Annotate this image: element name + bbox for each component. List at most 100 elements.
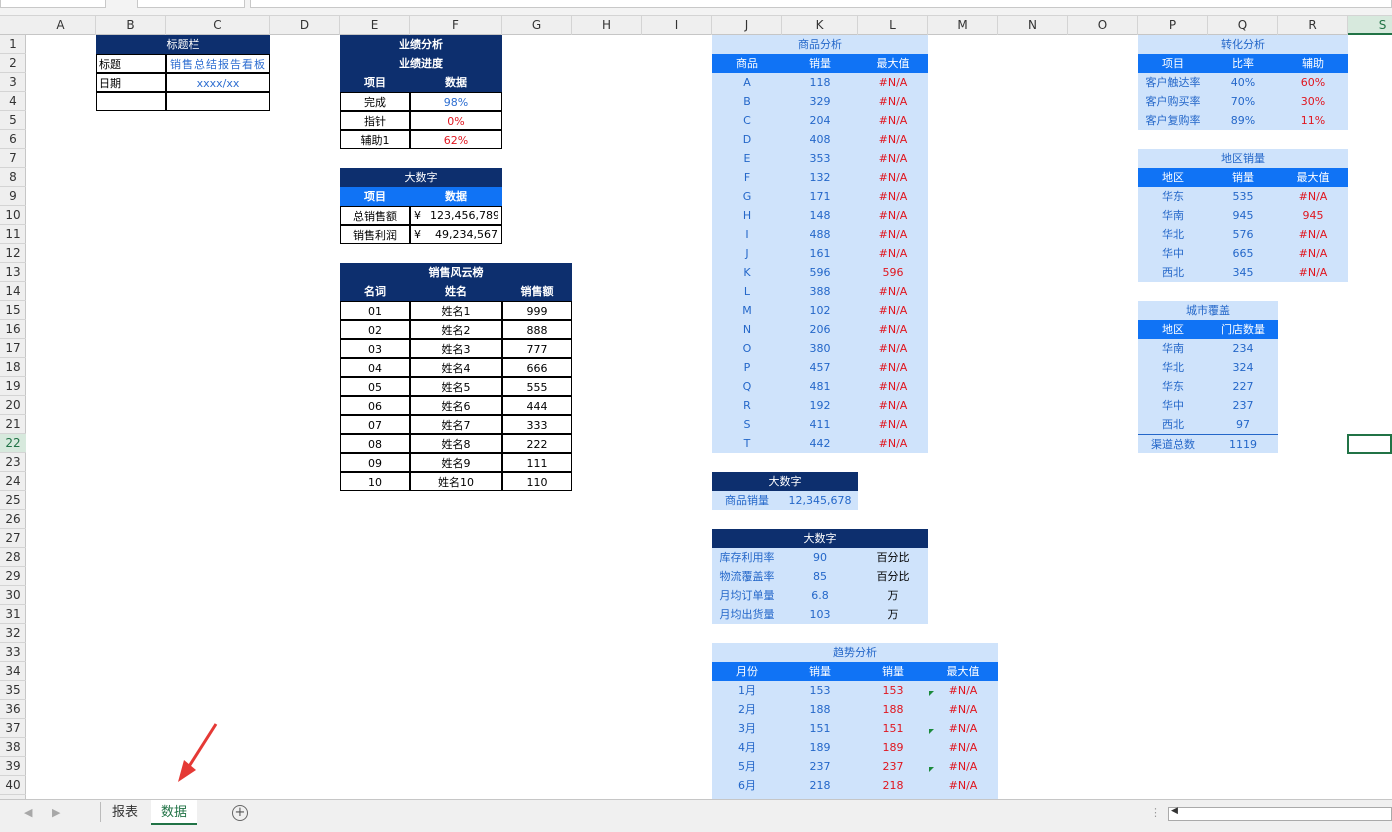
product-sales[interactable]: 380 (782, 339, 858, 358)
trend-max[interactable]: #N/A (928, 700, 998, 719)
column-header[interactable]: L (858, 16, 928, 35)
bignum3-value[interactable]: 6.8 (782, 586, 858, 605)
product-name[interactable]: B (712, 92, 782, 111)
product-max[interactable]: #N/A (858, 206, 928, 225)
convert-item[interactable]: 客户购买率 (1138, 92, 1208, 111)
city-stores[interactable]: 227 (1208, 377, 1278, 396)
bignum3-label[interactable]: 物流覆盖率 (712, 567, 782, 586)
product-max[interactable]: #N/A (858, 434, 928, 453)
product-max[interactable]: #N/A (858, 320, 928, 339)
region-name[interactable]: 华北 (1138, 225, 1208, 244)
row-header[interactable]: 34 (0, 662, 26, 681)
column-header[interactable]: B (96, 16, 166, 35)
perf-row-value[interactable]: 0% (410, 111, 502, 130)
convert-header[interactable]: 项目 (1138, 54, 1208, 73)
rank-no[interactable]: 10 (340, 472, 410, 491)
formula-input[interactable] (250, 0, 1392, 8)
rank-header[interactable]: 姓名 (410, 282, 502, 301)
product-name[interactable]: K (712, 263, 782, 282)
bignum1-header[interactable]: 项目 (340, 187, 410, 206)
rank-no[interactable]: 04 (340, 358, 410, 377)
product-max[interactable]: #N/A (858, 244, 928, 263)
city-header[interactable]: 地区 (1138, 320, 1208, 339)
column-header[interactable]: J (712, 16, 782, 35)
column-header[interactable]: H (572, 16, 642, 35)
column-header[interactable]: Q (1208, 16, 1278, 35)
trend-month[interactable]: 3月 (712, 719, 782, 738)
column-header[interactable]: K (782, 16, 858, 35)
product-name[interactable]: R (712, 396, 782, 415)
product-header[interactable]: 最大值 (858, 54, 928, 73)
product-max[interactable]: #N/A (858, 415, 928, 434)
convert-rate[interactable]: 89% (1208, 111, 1278, 130)
trend-header[interactable]: 销量 (782, 662, 858, 681)
row-header[interactable]: 37 (0, 719, 26, 738)
title-value[interactable]: 销售总结报告看板 (166, 54, 270, 73)
column-header[interactable]: P (1138, 16, 1208, 35)
column-header[interactable]: O (1068, 16, 1138, 35)
error-indicator-icon[interactable] (929, 691, 934, 696)
bignum3-label[interactable]: 月均订单量 (712, 586, 782, 605)
name-box[interactable] (0, 0, 106, 8)
product-max[interactable]: #N/A (858, 339, 928, 358)
city-total-value[interactable]: 1119 (1208, 434, 1278, 453)
region-title[interactable]: 地区销量 (1138, 149, 1348, 168)
city-stores[interactable]: 237 (1208, 396, 1278, 415)
trend-sales[interactable]: 189 (782, 738, 858, 757)
region-sales[interactable]: 345 (1208, 263, 1278, 282)
rank-name[interactable]: 姓名9 (410, 453, 502, 472)
region-name[interactable]: 西北 (1138, 263, 1208, 282)
row-header[interactable]: 16 (0, 320, 26, 339)
rank-sales[interactable]: 222 (502, 434, 572, 453)
rank-sales[interactable]: 110 (502, 472, 572, 491)
rank-name[interactable]: 姓名4 (410, 358, 502, 377)
row-header[interactable]: 40 (0, 776, 26, 795)
bignum1-label[interactable]: 总销售额 (340, 206, 410, 225)
perf-row-value[interactable]: 62% (410, 130, 502, 149)
column-header[interactable]: F (410, 16, 502, 35)
product-sales[interactable]: 204 (782, 111, 858, 130)
bignum1-value[interactable]: 49,234,567 (430, 225, 498, 244)
bignum1-label[interactable]: 销售利润 (340, 225, 410, 244)
trend-sales[interactable]: 188 (782, 700, 858, 719)
product-max[interactable]: #N/A (858, 73, 928, 92)
city-region[interactable]: 西北 (1138, 415, 1208, 434)
tab-report[interactable]: 报表 (102, 800, 148, 825)
column-header[interactable]: R (1278, 16, 1348, 35)
column-header[interactable]: E (340, 16, 410, 35)
region-max[interactable]: #N/A (1278, 244, 1348, 263)
rank-no[interactable]: 08 (340, 434, 410, 453)
column-header[interactable]: G (502, 16, 572, 35)
trend-sales2[interactable]: 151 (858, 719, 928, 738)
row-header[interactable]: 30 (0, 586, 26, 605)
region-header[interactable]: 最大值 (1278, 168, 1348, 187)
row-header[interactable]: 11 (0, 225, 26, 244)
row-header[interactable]: 4 (0, 92, 26, 111)
bignum2-value[interactable]: 12,345,678 (782, 491, 858, 510)
region-sales[interactable]: 945 (1208, 206, 1278, 225)
row-header[interactable]: 31 (0, 605, 26, 624)
formula-box[interactable] (137, 0, 245, 8)
row-header[interactable]: 7 (0, 149, 26, 168)
rank-no[interactable]: 05 (340, 377, 410, 396)
bignum3-label[interactable]: 月均出货量 (712, 605, 782, 624)
column-header[interactable]: N (998, 16, 1068, 35)
perf-header[interactable]: 项目 (340, 73, 410, 92)
region-sales[interactable]: 665 (1208, 244, 1278, 263)
trend-header[interactable]: 最大值 (928, 662, 998, 681)
rank-sales[interactable]: 444 (502, 396, 572, 415)
region-header[interactable]: 销量 (1208, 168, 1278, 187)
convert-aux[interactable]: 60% (1278, 73, 1348, 92)
product-sales[interactable]: 148 (782, 206, 858, 225)
city-region[interactable]: 华东 (1138, 377, 1208, 396)
product-name[interactable]: S (712, 415, 782, 434)
rank-name[interactable]: 姓名2 (410, 320, 502, 339)
bignum3-value[interactable]: 103 (782, 605, 858, 624)
row-header[interactable]: 39 (0, 757, 26, 776)
row-header[interactable]: 18 (0, 358, 26, 377)
scroll-left-icon[interactable]: ◀ (1171, 806, 1178, 816)
horizontal-scrollbar[interactable]: ◀ (1168, 806, 1392, 821)
product-sales[interactable]: 161 (782, 244, 858, 263)
rank-name[interactable]: 姓名1 (410, 301, 502, 320)
convert-rate[interactable]: 40% (1208, 73, 1278, 92)
